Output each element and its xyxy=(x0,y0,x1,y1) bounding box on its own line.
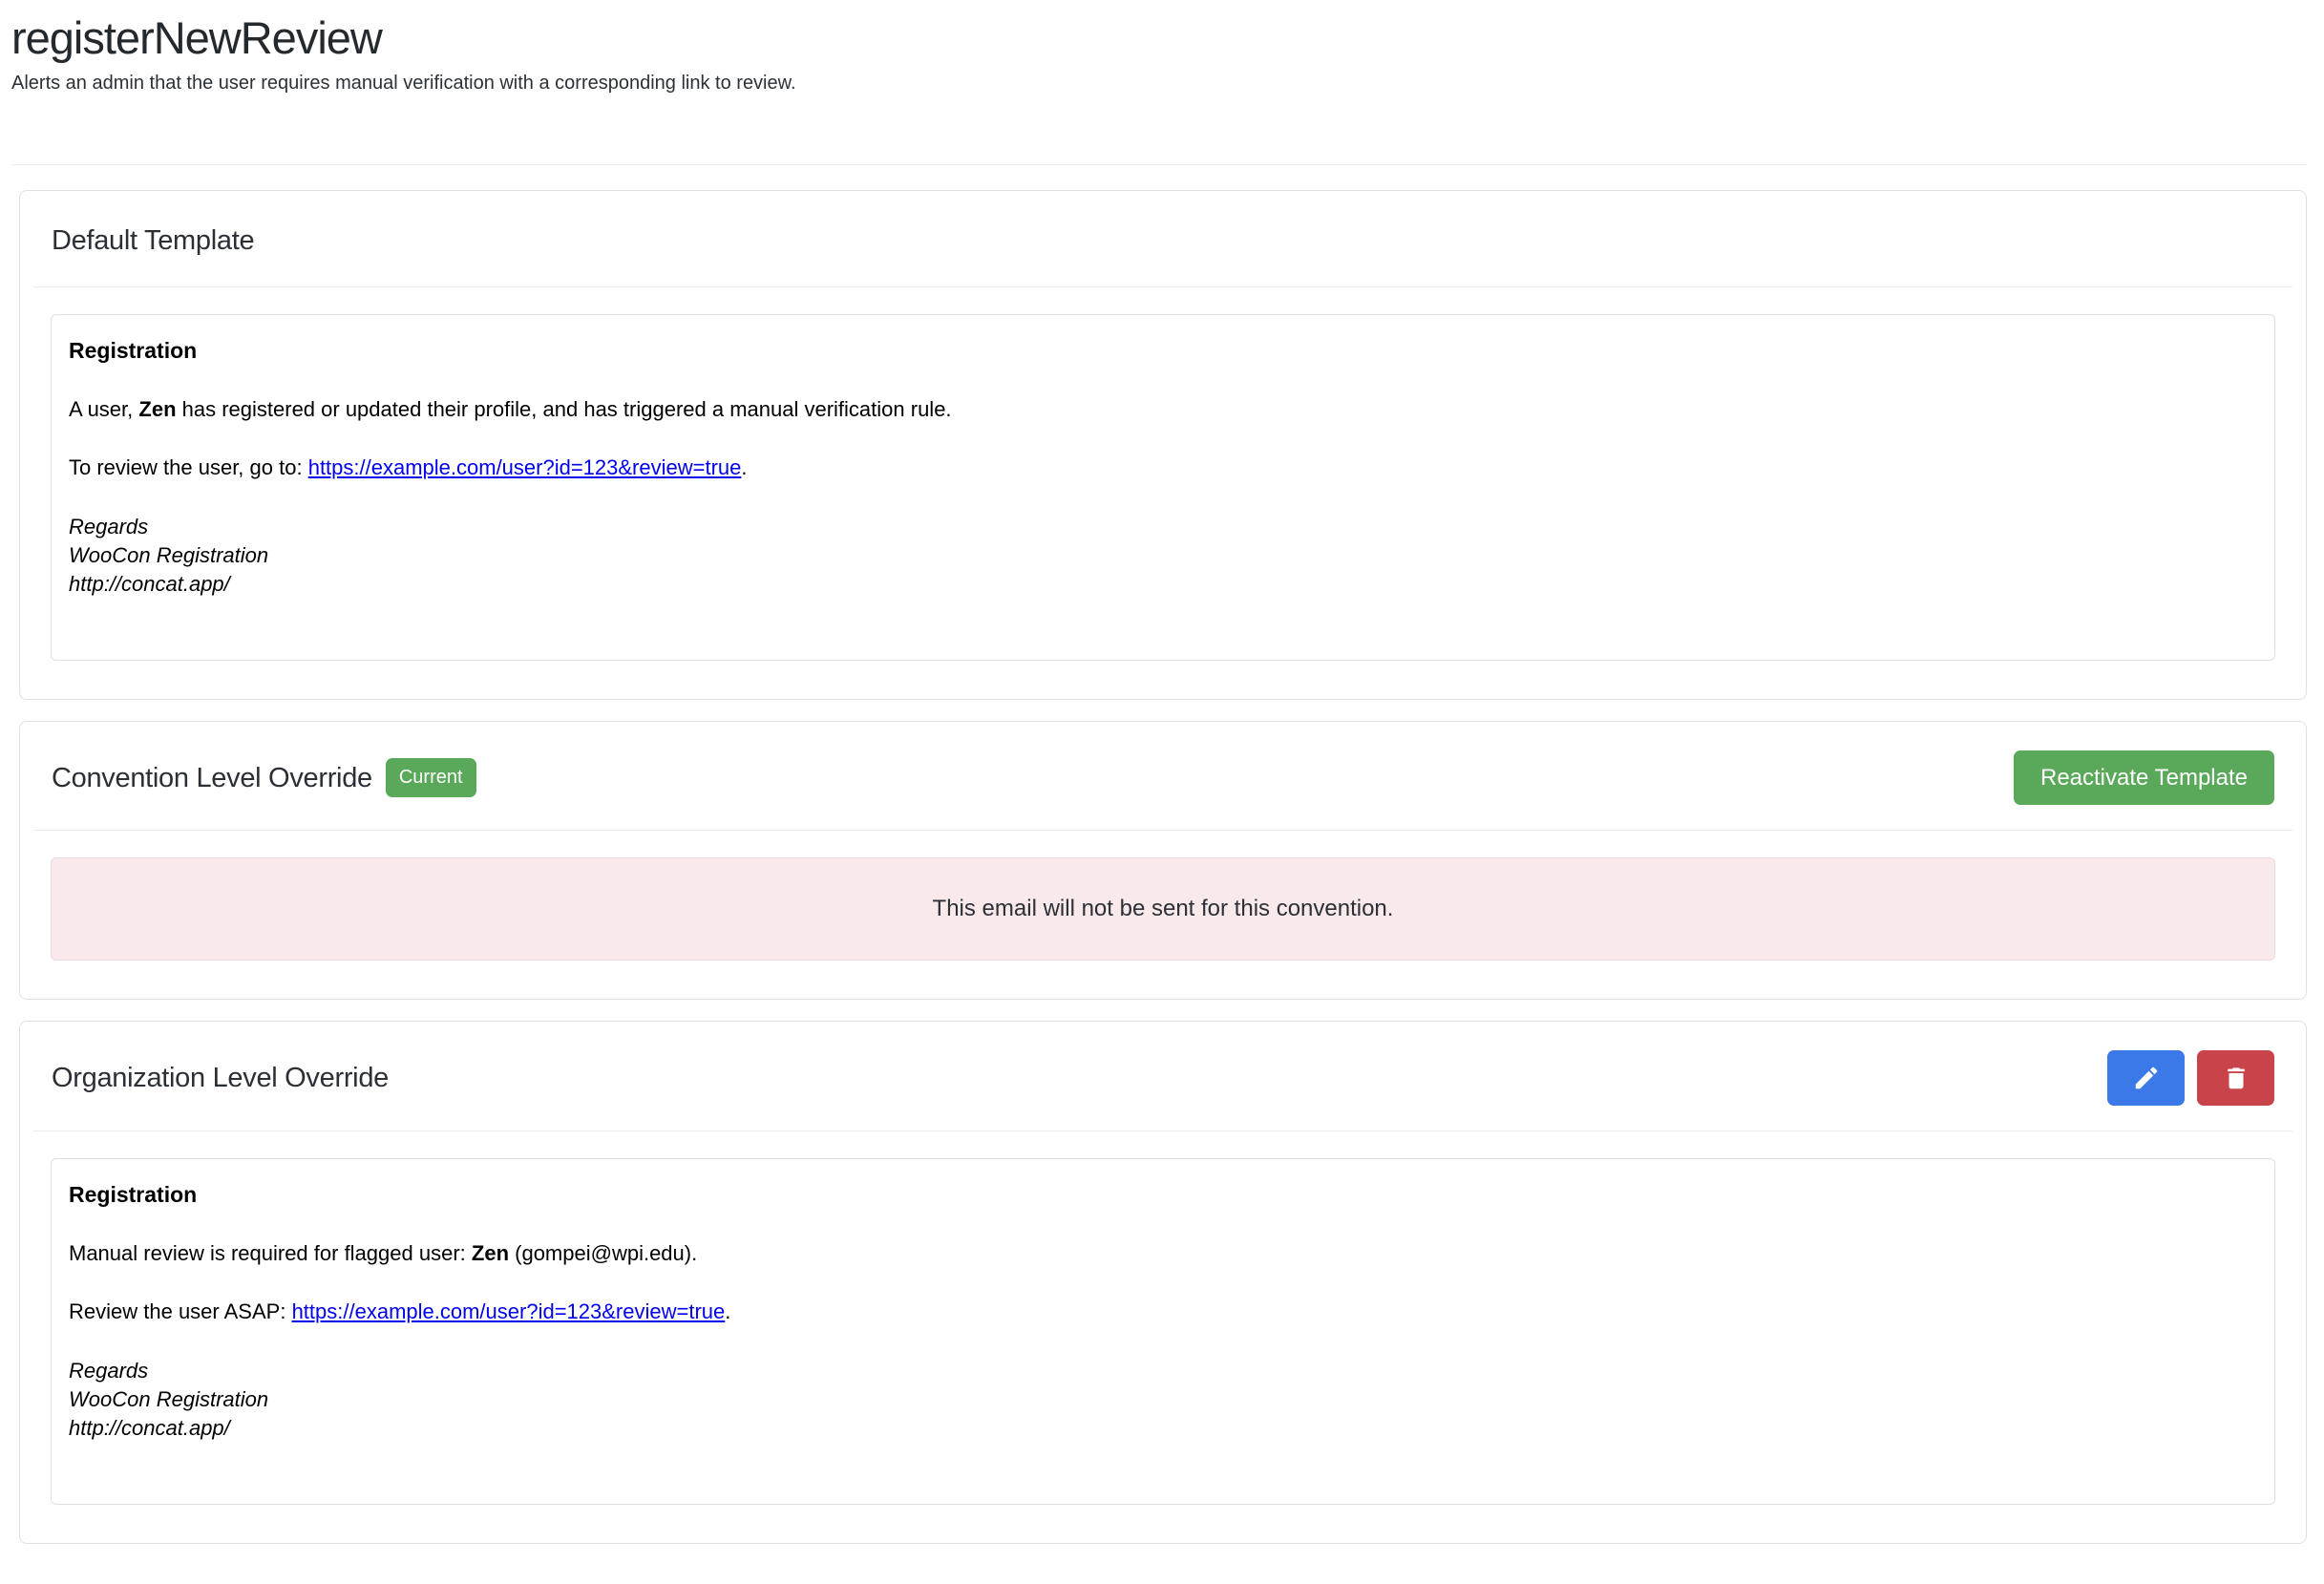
default-template-title: Default Template xyxy=(52,220,2274,262)
organization-override-title: Organization Level Override xyxy=(52,1057,389,1099)
review-link[interactable]: https://example.com/user?id=123&review=t… xyxy=(308,455,742,479)
signature-line: WooCon Registration xyxy=(69,1385,2257,1414)
convention-override-body: This email will not be sent for this con… xyxy=(20,831,2306,999)
organization-override-card: Organization Level Override Registration… xyxy=(19,1021,2307,1544)
override-actions xyxy=(2107,1050,2274,1106)
email-paragraph: Manual review is required for flagged us… xyxy=(69,1240,2257,1266)
email-paragraph: Review the user ASAP: https://example.co… xyxy=(69,1299,2257,1324)
default-email-preview: Registration A user, Zen has registered … xyxy=(51,314,2275,661)
signature-line: http://concat.app/ xyxy=(69,570,2257,599)
organization-override-body: Registration Manual review is required f… xyxy=(20,1131,2306,1543)
page-title: registerNewReview xyxy=(11,10,2307,67)
text-segment: Manual review is required for flagged us… xyxy=(69,1241,472,1265)
text-segment: A user, xyxy=(69,397,138,421)
convention-override-header: Convention Level Override Current Reacti… xyxy=(33,722,2292,831)
text-segment: To review the user, go to: xyxy=(69,455,308,479)
organization-override-header: Organization Level Override xyxy=(33,1022,2292,1131)
page-subtitle: Alerts an admin that the user requires m… xyxy=(11,71,2307,95)
review-link[interactable]: https://example.com/user?id=123&review=t… xyxy=(292,1299,726,1323)
trash-icon xyxy=(2222,1064,2250,1092)
default-template-header: Default Template xyxy=(33,191,2292,287)
text-segment: Review the user ASAP: xyxy=(69,1299,292,1323)
email-heading: Registration xyxy=(69,338,2257,364)
email-paragraph: A user, Zen has registered or updated th… xyxy=(69,396,2257,422)
convention-override-card: Convention Level Override Current Reacti… xyxy=(19,721,2307,1000)
text-segment: (gompei@wpi.edu). xyxy=(509,1241,697,1265)
delete-button[interactable] xyxy=(2197,1050,2274,1106)
signature-line: WooCon Registration xyxy=(69,541,2257,570)
signature-line: http://concat.app/ xyxy=(69,1414,2257,1443)
default-template-card: Default Template Registration A user, Ze… xyxy=(19,190,2307,700)
page: registerNewReview Alerts an admin that t… xyxy=(0,0,2324,1584)
header-divider xyxy=(11,164,2307,165)
not-sent-alert: This email will not be sent for this con… xyxy=(51,857,2275,961)
section-title-text: Convention Level Override xyxy=(52,757,372,799)
signature-line: Regards xyxy=(69,513,2257,541)
email-signature: Regards WooCon Registration http://conca… xyxy=(69,513,2257,599)
text-segment: . xyxy=(741,455,747,479)
pencil-icon xyxy=(2132,1064,2161,1092)
reactivate-template-button[interactable]: Reactivate Template xyxy=(2014,750,2274,805)
email-paragraph: To review the user, go to: https://examp… xyxy=(69,454,2257,480)
text-segment: has registered or updated their profile,… xyxy=(177,397,952,421)
user-name: Zen xyxy=(472,1241,509,1265)
email-signature: Regards WooCon Registration http://conca… xyxy=(69,1357,2257,1443)
email-heading: Registration xyxy=(69,1182,2257,1208)
text-segment: . xyxy=(725,1299,730,1323)
organization-email-preview: Registration Manual review is required f… xyxy=(51,1158,2275,1505)
default-template-body: Registration A user, Zen has registered … xyxy=(20,287,2306,699)
signature-line: Regards xyxy=(69,1357,2257,1385)
convention-override-title: Convention Level Override Current xyxy=(52,757,476,799)
edit-button[interactable] xyxy=(2107,1050,2185,1106)
current-badge: Current xyxy=(386,758,476,797)
user-name: Zen xyxy=(138,397,176,421)
